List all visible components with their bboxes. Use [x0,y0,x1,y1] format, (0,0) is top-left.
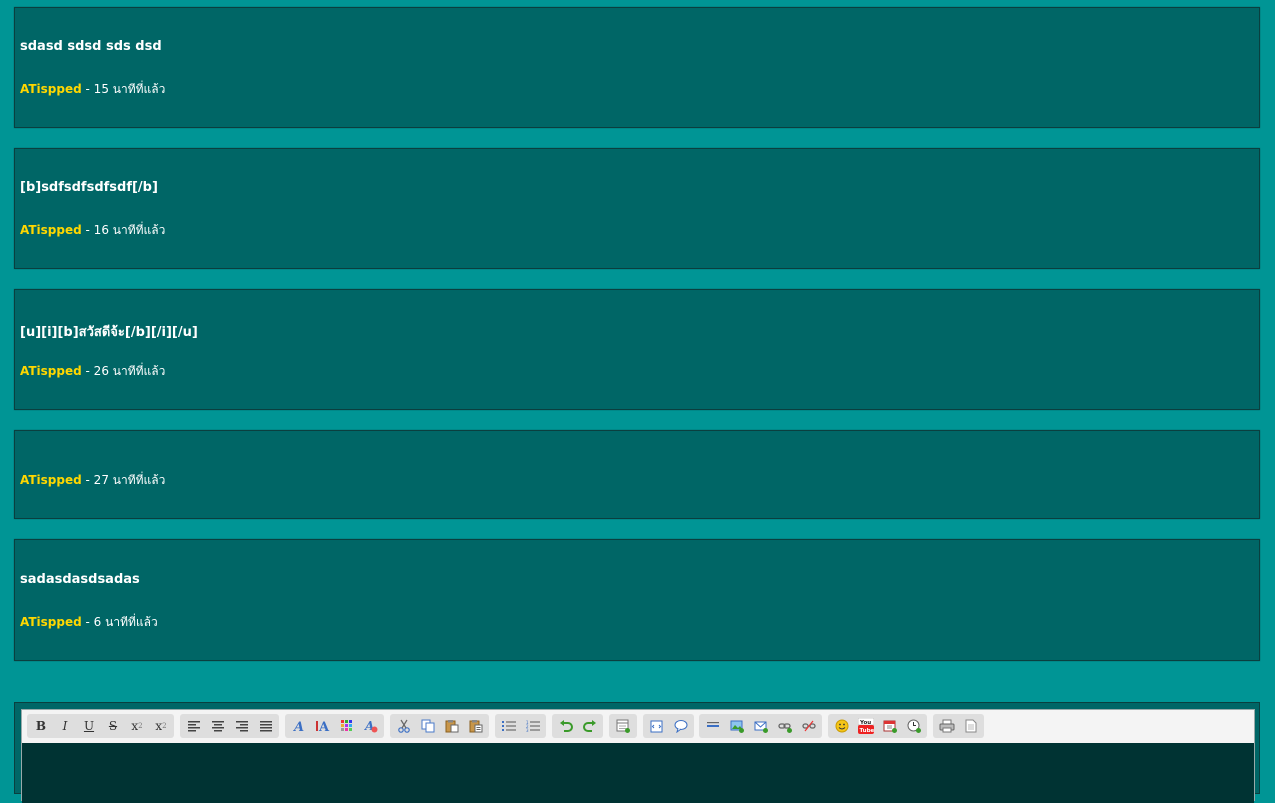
font-icon[interactable]: A [287,715,311,737]
print-icon[interactable] [935,715,959,737]
toolbar-group-font: A A A [285,714,384,738]
paste-icon[interactable] [440,715,464,737]
font-size-icon[interactable]: A [311,715,335,737]
post-meta: ATispped - 27 นาทีที่แล้ว [20,471,165,490]
align-right-icon[interactable] [230,715,254,737]
superscript-label: x [155,719,163,733]
post-card: [u][i][b]สวัสดีจ้ะ[/b][/i][/u] ATispped … [14,289,1260,410]
source-icon[interactable] [959,715,983,737]
cut-icon[interactable] [392,715,416,737]
post-title: [u][i][b]สวัสดีจ้ะ[/b][/i][/u] [20,325,198,340]
date-icon[interactable] [878,715,902,737]
post-card: [b]sdfsdfsdfsdf[/b] ATispped - 16 นาทีที… [14,148,1260,269]
emoticon-icon[interactable] [830,715,854,737]
remove-format-icon[interactable]: A [359,715,383,737]
toolbar-group-insert [699,714,822,738]
toolbar-group-document [933,714,984,738]
bold-icon[interactable]: B [29,715,53,737]
color-icon[interactable] [335,715,359,737]
superscript-icon[interactable]: x2 [149,715,173,737]
toolbar-group-text-style: B I U S x2 x2 [27,714,174,738]
post-time: - 27 นาทีที่แล้ว [81,473,166,487]
svg-text:3: 3 [526,728,529,732]
youtube-icon[interactable]: You Tube [854,715,878,737]
time-icon[interactable] [902,715,926,737]
toolbar-group-blocks [643,714,694,738]
subscript-icon[interactable]: x2 [125,715,149,737]
editor-frame: B I U S x2 x2 A A A 1 2 3 You Tube [21,709,1255,803]
bullet-list-icon[interactable] [497,715,521,737]
post-time: - 26 นาทีที่แล้ว [81,364,166,378]
quote-icon[interactable] [669,715,693,737]
post-time: - 16 นาทีที่แล้ว [81,223,166,237]
undo-icon[interactable] [554,715,578,737]
strikethrough-icon[interactable]: S [101,715,125,737]
align-left-icon[interactable] [182,715,206,737]
toolbar-group-align [180,714,279,738]
post-title: sdasd sdsd sds dsd [20,39,162,54]
post-card: sadasdasdsadas ATispped - 6 นาทีที่แล้ว [14,539,1260,661]
post-card: sdasd sdsd sds dsd ATispped - 15 นาทีที่… [14,7,1260,128]
svg-text:Tube: Tube [860,728,875,734]
numbered-list-icon[interactable]: 123 [521,715,545,737]
copy-icon[interactable] [416,715,440,737]
unlink-icon[interactable] [797,715,821,737]
post-meta: ATispped - 26 นาทีที่แล้ว [20,362,165,381]
toolbar-group-lists: 123 [495,714,546,738]
email-icon[interactable] [749,715,773,737]
redo-icon[interactable] [578,715,602,737]
align-center-icon[interactable] [206,715,230,737]
post-author[interactable]: ATispped [20,473,82,487]
post-meta: ATispped - 6 นาทีที่แล้ว [20,613,158,632]
editor-text-area[interactable] [22,743,1254,803]
post-author[interactable]: ATispped [20,82,82,96]
horizontal-rule-icon[interactable] [701,715,725,737]
italic-icon[interactable]: I [53,715,77,737]
post-card: ATispped - 27 นาทีที่แล้ว [14,430,1260,519]
toolbar-group-media: You Tube [828,714,927,738]
svg-text:A: A [318,720,330,733]
subscript-label: x [131,719,139,733]
post-title: [b]sdfsdfsdfsdf[/b] [20,180,158,195]
insert-table-icon[interactable] [611,715,635,737]
toolbar-group-history [552,714,603,738]
paste-text-icon[interactable] [464,715,488,737]
code-icon[interactable] [645,715,669,737]
post-time: - 15 นาทีที่แล้ว [81,82,166,96]
post-title: sadasdasdsadas [20,572,140,587]
editor-toolbar: B I U S x2 x2 A A A 1 2 3 You Tube [22,710,1254,743]
post-time: - 6 นาทีที่แล้ว [81,615,158,629]
insert-image-icon[interactable] [725,715,749,737]
align-justify-icon[interactable] [254,715,278,737]
toolbar-group-clipboard [390,714,489,738]
post-author[interactable]: ATispped [20,364,82,378]
toolbar-group-table [609,714,637,738]
post-meta: ATispped - 16 นาทีที่แล้ว [20,221,165,240]
post-author[interactable]: ATispped [20,223,82,237]
post-meta: ATispped - 15 นาทีที่แล้ว [20,80,165,99]
link-icon[interactable] [773,715,797,737]
svg-text:A: A [292,720,304,733]
comment-editor: B I U S x2 x2 A A A 1 2 3 You Tube [14,702,1260,803]
underline-icon[interactable]: U [77,715,101,737]
post-author[interactable]: ATispped [20,615,82,629]
